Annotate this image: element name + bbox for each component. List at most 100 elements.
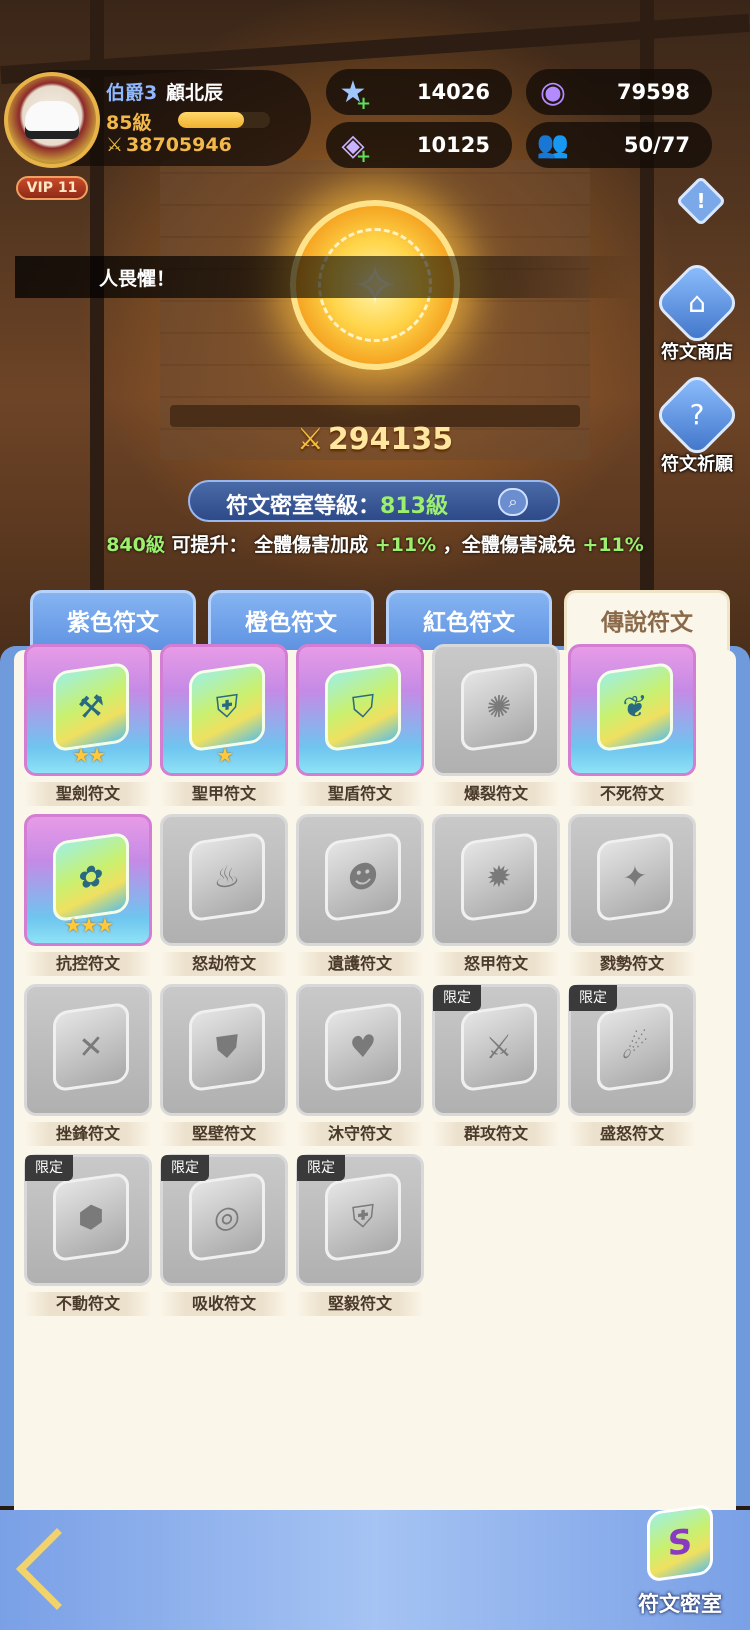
people-icon: 👥	[536, 130, 570, 160]
add-cubes-icon[interactable]: +	[356, 146, 371, 167]
shield-flower-icon: ✿	[53, 831, 129, 923]
wings-icon: ❦	[597, 661, 673, 753]
rune-name: 怒甲符文	[432, 952, 560, 976]
shop-icon: ⌂	[688, 286, 706, 319]
rune-chamber-button[interactable]: S 符文密室	[616, 1503, 744, 1618]
rune-shop-button[interactable]: ⌂ 符文商店	[652, 259, 742, 364]
stars-value: 14026	[416, 80, 490, 104]
rune-card-frame: ♨	[160, 814, 288, 946]
rune-card[interactable]: ⛊ 堅壁符文	[160, 984, 288, 1146]
blade-icon: ✦	[597, 831, 673, 923]
rune-card-frame: ⬢ 限定	[24, 1154, 152, 1286]
fire-armor-icon: ✹	[461, 831, 537, 923]
player-name: 顧北辰	[166, 82, 224, 104]
rune-name: 聖劍符文	[24, 782, 152, 806]
rune-name: 遺護符文	[296, 952, 424, 976]
limited-badge: 限定	[569, 985, 617, 1011]
add-stars-icon[interactable]: +	[356, 93, 371, 114]
cubes-value: 10125	[416, 133, 490, 157]
chamber-level-value: 813級	[380, 494, 448, 519]
rune-card[interactable]: ⛉ 聖盾符文	[296, 644, 424, 806]
rune-card[interactable]: ⬢ 限定 不動符文	[24, 1154, 152, 1316]
rune-card-frame: ✹	[432, 814, 560, 946]
rune-name: 抗控符文	[24, 952, 152, 976]
upgrade-value-2: +11%	[582, 534, 644, 556]
rune-name: 怒劫符文	[160, 952, 288, 976]
members-value: 50/77	[623, 133, 690, 157]
rune-card-frame: ⛨ ★	[160, 644, 288, 776]
rune-card[interactable]: ♨ 怒劫符文	[160, 814, 288, 976]
limited-badge: 限定	[25, 1155, 73, 1181]
vortex-icon: ◎	[189, 1171, 265, 1263]
gems-value: 79598	[616, 80, 690, 104]
crossed-swords-icon: ⚔	[106, 134, 124, 156]
stars-resource[interactable]: ★ + 14026	[326, 69, 512, 115]
rune-name: 盛怒符文	[568, 1122, 696, 1146]
magnifier-icon[interactable]: ⌕	[498, 488, 528, 516]
rune-card[interactable]: ✕ 挫鋒符文	[24, 984, 152, 1146]
rune-card[interactable]: ◎ 限定 吸收符文	[160, 1154, 288, 1316]
purple-orb-icon: ◉	[539, 74, 567, 110]
rune-card-frame: ✺	[432, 644, 560, 776]
rune-chamber-gem-icon: S	[647, 1503, 713, 1583]
rune-shop-label: 符文商店	[661, 342, 733, 363]
avatar-portrait	[25, 101, 79, 139]
chamber-level-text: 符文密室等級：813級	[226, 488, 448, 520]
rune-card-frame: ⚔ 限定	[432, 984, 560, 1116]
rune-name: 群攻符文	[432, 1122, 560, 1146]
rune-card-frame: ⚒ ★★	[24, 644, 152, 776]
rune-card[interactable]: ✦ 戮勢符文	[568, 814, 696, 976]
rune-card[interactable]: ✺ 爆裂符文	[432, 644, 560, 806]
axe-icon: ⚒	[53, 661, 129, 753]
rune-stars: ★	[216, 743, 234, 767]
rune-card[interactable]: ❦ 不死符文	[568, 644, 696, 806]
rune-card-frame: ◎ 限定	[160, 1154, 288, 1286]
rune-name: 爆裂符文	[432, 782, 560, 806]
rune-card-frame: ❦	[568, 644, 696, 776]
xp-bar-fill	[178, 112, 245, 128]
upgrade-hint: 840級 可提升： 全體傷害加成 +11% ，全體傷害減免 +11%	[0, 530, 750, 557]
rune-card-frame: ✿ ★★★	[24, 814, 152, 946]
vip-badge[interactable]: VIP 11	[16, 176, 88, 200]
rune-card[interactable]: ✹ 怒甲符文	[432, 814, 560, 976]
upgrade-level: 840級	[106, 534, 165, 556]
player-level: 85級	[106, 112, 152, 134]
members-resource[interactable]: 👥 50/77	[526, 122, 712, 168]
rune-card[interactable]: ⚔ 限定群攻符文	[432, 984, 560, 1146]
avatar[interactable]	[4, 72, 100, 168]
rune-card-frame: ✕	[24, 984, 152, 1116]
rune-grid-panel: ⚒ ★★ 聖劍符文 ⛨ ★ 聖甲符文 ⛉ 聖盾符文 ✺ 爆裂符文 ❦ 不死符文 ✿ ★★★ 抗控符文 ♨ 怒劫符…	[14, 644, 736, 1510]
rune-card[interactable]: ♥ 沐守符文	[296, 984, 424, 1146]
chamber-power-value: 294135	[327, 422, 454, 457]
rune-card-frame: ⛊	[160, 984, 288, 1116]
rune-card[interactable]: ✿ ★★★ 抗控符文	[24, 814, 152, 976]
flame-icon: ♨	[189, 831, 265, 923]
exclamation-icon: !	[696, 189, 706, 213]
rune-card[interactable]: ⚒ ★★ 聖劍符文	[24, 644, 152, 806]
limited-badge: 限定	[297, 1155, 345, 1181]
player-rank: 伯爵3	[106, 82, 158, 104]
rune-card[interactable]: ⛨ 限定堅毅符文	[296, 1154, 424, 1316]
heart-icon: ♥	[325, 1001, 401, 1093]
armor-icon: ⛨	[189, 661, 265, 753]
head-icon: ☻	[325, 831, 401, 923]
rune-card-frame: ⛉	[296, 644, 424, 776]
rune-name: 不死符文	[568, 782, 696, 806]
fortress-icon: ⬢	[53, 1171, 129, 1263]
rune-card[interactable]: ☄ 限定盛怒符文	[568, 984, 696, 1146]
explosion-icon: ✺	[461, 661, 537, 753]
rune-chamber-label: 符文密室	[638, 1592, 722, 1616]
crossed-swords-icon: ⚔	[296, 422, 324, 457]
gems-resource[interactable]: ◉ 79598	[526, 69, 712, 115]
player-power: ⚔ 38705946	[106, 134, 232, 156]
rune-card[interactable]: ⛨ ★ 聖甲符文	[160, 644, 288, 806]
rune-name: 堅毅符文	[296, 1292, 424, 1316]
rune-card-frame: ⛨ 限定	[296, 1154, 424, 1286]
rune-card[interactable]: ☻ 遺護符文	[296, 814, 424, 976]
chamber-level-bar[interactable]: 符文密室等級：813級 ⌕	[188, 480, 560, 522]
chamber-level-label: 符文密室等級：	[226, 494, 381, 519]
crest-icon: ⛨	[325, 1171, 401, 1263]
rune-card-frame: ☄ 限定	[568, 984, 696, 1116]
cubes-resource[interactable]: ◈ + 10125	[326, 122, 512, 168]
speech-text: 人畏懼！	[99, 268, 176, 290]
